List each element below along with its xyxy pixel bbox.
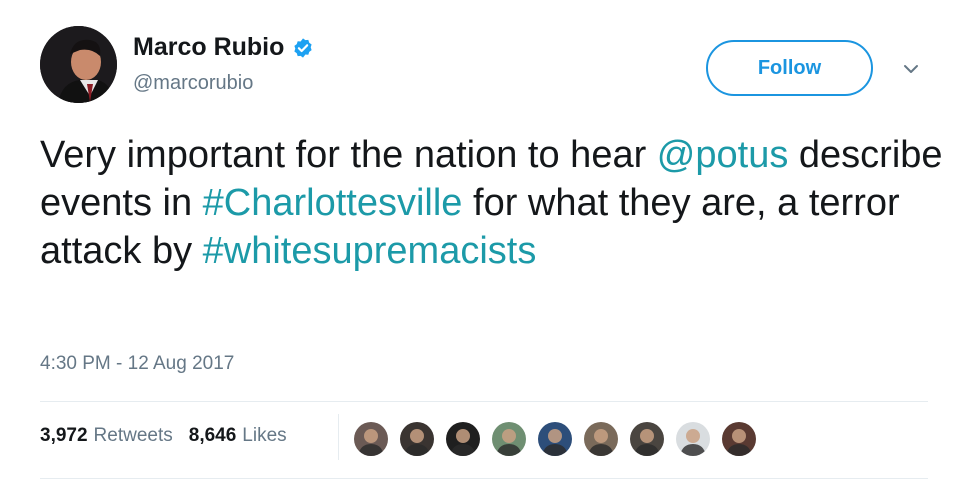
liker-avatar[interactable] [444,420,482,458]
avatar-image [40,26,117,103]
display-name[interactable]: Marco Rubio [133,33,314,62]
stats-divider [338,414,339,460]
divider [40,478,928,479]
tweet-stats: 3,972 Retweets 8,646 Likes [40,425,287,447]
likes-label: Likes [242,425,287,446]
liker-avatar[interactable] [352,420,390,458]
chevron-down-icon[interactable] [902,60,920,78]
retweets-stat[interactable]: 3,972 Retweets [40,425,173,447]
display-name-text: Marco Rubio [133,33,285,61]
liker-avatar[interactable] [536,420,574,458]
user-handle[interactable]: @marcorubio [133,72,253,95]
retweets-count: 3,972 [40,425,88,446]
likes-stat[interactable]: 8,646 Likes [189,425,287,447]
tweet-text: Very important for the nation to hear @p… [40,131,960,275]
liker-avatar[interactable] [720,420,758,458]
follow-button[interactable]: Follow [706,40,873,96]
liker-avatar[interactable] [582,420,620,458]
tweet-timestamp[interactable]: 4:30 PM - 12 Aug 2017 [40,353,234,375]
liker-avatar[interactable] [398,420,436,458]
divider [40,401,928,402]
retweets-label: Retweets [93,425,173,446]
likes-count: 8,646 [188,425,237,446]
hashtag-link-charlottesville[interactable]: #Charlottesville [203,182,463,224]
verified-badge-icon [294,37,313,58]
liker-avatar[interactable] [628,420,666,458]
liker-avatar[interactable] [490,420,528,458]
avatar[interactable] [40,26,117,103]
mention-link-potus[interactable]: @potus [657,134,789,176]
liker-avatar[interactable] [674,420,712,458]
liker-avatars [352,420,766,458]
tweet-text-segment: Very important for the nation to hear [40,134,657,176]
hashtag-link-whitesupremacists[interactable]: #whitesupremacists [203,230,537,272]
